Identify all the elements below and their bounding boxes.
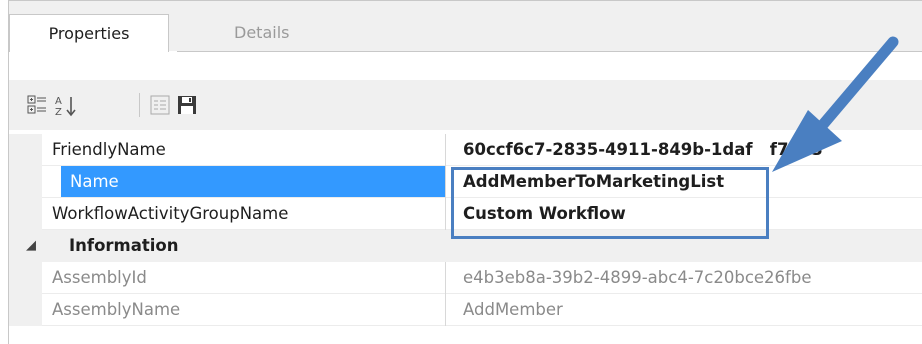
pointer-arrow-icon — [772, 36, 899, 172]
